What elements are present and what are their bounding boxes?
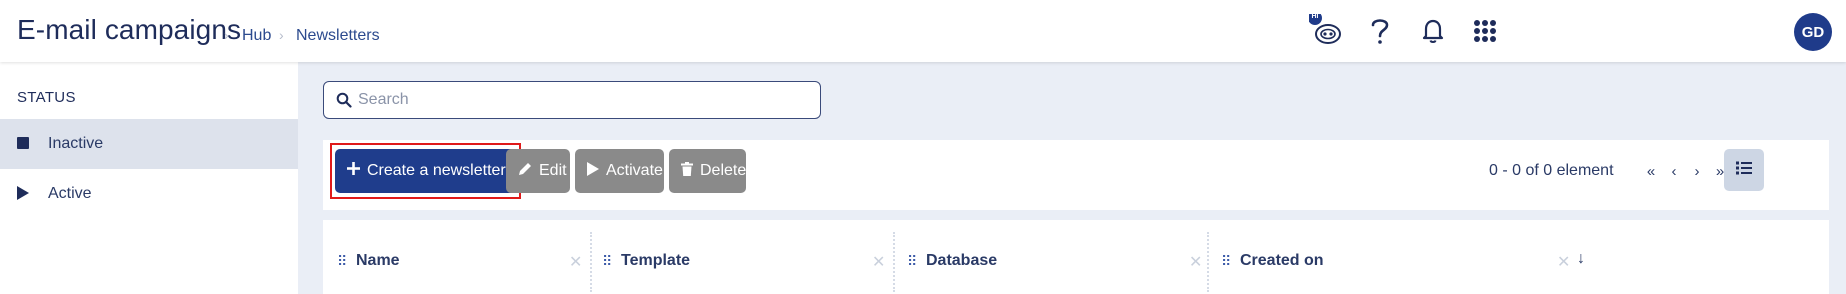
column-label: Created on <box>1240 252 1324 269</box>
breadcrumb-separator-icon: › <box>279 27 284 43</box>
bell-icon[interactable] <box>1416 14 1450 48</box>
drag-handle-icon[interactable]: ⠿ <box>337 253 347 270</box>
edit-button[interactable]: Edit <box>506 149 570 193</box>
close-icon[interactable]: ✕ <box>1189 252 1202 272</box>
create-newsletter-button[interactable]: Create a newsletter <box>335 149 518 193</box>
delete-label: Delete <box>700 162 747 179</box>
main-content: Create a newsletter Edit Activate Delete <box>298 62 1846 294</box>
breadcrumb-newsletters: Newsletters <box>296 27 380 44</box>
square-icon <box>17 136 29 154</box>
sidebar-item-label: Active <box>48 185 92 202</box>
column-label: Template <box>621 252 691 269</box>
breadcrumb-hub-link[interactable]: Hub <box>242 27 271 45</box>
sort-descending-icon[interactable]: ↓ <box>1577 250 1585 268</box>
plus-icon <box>347 162 360 180</box>
play-icon <box>17 186 29 205</box>
search-box[interactable] <box>323 81 821 119</box>
table-header: ⠿ Name ✕ ⠿ Template ✕ ⠿ Database ✕ ⠿ Cre… <box>323 220 1829 294</box>
play-icon <box>587 161 599 181</box>
create-newsletter-label: Create a newsletter <box>367 162 506 179</box>
action-toolbar: Create a newsletter Edit Activate Delete <box>323 140 1829 210</box>
pagination-count: 0 - 0 of 0 element <box>1489 162 1614 179</box>
edit-label: Edit <box>539 162 567 179</box>
column-label: Name <box>356 252 400 269</box>
activate-button[interactable]: Activate <box>575 149 664 193</box>
column-label: Database <box>926 252 998 269</box>
column-header-database[interactable]: ⠿ Database ✕ <box>893 220 1207 294</box>
close-icon[interactable]: ✕ <box>872 252 885 272</box>
apps-grid-icon[interactable] <box>1468 14 1502 48</box>
search-input[interactable] <box>358 82 798 118</box>
sidebar-item-inactive[interactable]: Inactive <box>0 119 298 169</box>
sidebar-section-title: STATUS <box>17 89 76 106</box>
support-chat-icon[interactable]: Hi <box>1309 13 1343 48</box>
list-icon <box>1736 161 1752 180</box>
column-header-template[interactable]: ⠿ Template ✕ <box>588 220 893 294</box>
drag-handle-icon[interactable]: ⠿ <box>602 253 612 270</box>
help-icon[interactable] <box>1363 14 1397 48</box>
breadcrumb-separator-icon: › <box>224 27 229 43</box>
column-header-name[interactable]: ⠿ Name ✕ <box>323 220 590 294</box>
search-icon <box>336 92 352 113</box>
drag-handle-icon[interactable]: ⠿ <box>907 253 917 270</box>
trash-icon <box>681 161 693 181</box>
list-view-toggle[interactable] <box>1724 149 1764 191</box>
sidebar-item-active[interactable]: Active <box>0 169 298 219</box>
notification-badge: Hi <box>1311 13 1319 20</box>
pencil-icon <box>518 162 532 181</box>
drag-handle-icon[interactable]: ⠿ <box>1221 253 1231 270</box>
app-header: E-mail campaigns › Hub › Newsletters Hi <box>0 0 1846 62</box>
close-icon[interactable]: ✕ <box>1557 252 1570 272</box>
page-title: E-mail campaigns <box>17 14 242 45</box>
activate-label: Activate <box>606 162 663 179</box>
first-page-icon[interactable]: « <box>1643 162 1659 180</box>
next-page-icon[interactable]: › <box>1689 162 1705 180</box>
user-avatar[interactable]: GD <box>1794 13 1832 51</box>
close-icon[interactable]: ✕ <box>569 252 582 272</box>
previous-page-icon[interactable]: ‹ <box>1666 162 1682 180</box>
column-header-created-on[interactable]: ⠿ Created on ✕ ↓ <box>1207 220 1829 294</box>
sidebar-item-label: Inactive <box>48 135 104 152</box>
delete-button[interactable]: Delete <box>669 149 746 193</box>
sidebar: STATUS Inactive Active <box>0 62 298 294</box>
